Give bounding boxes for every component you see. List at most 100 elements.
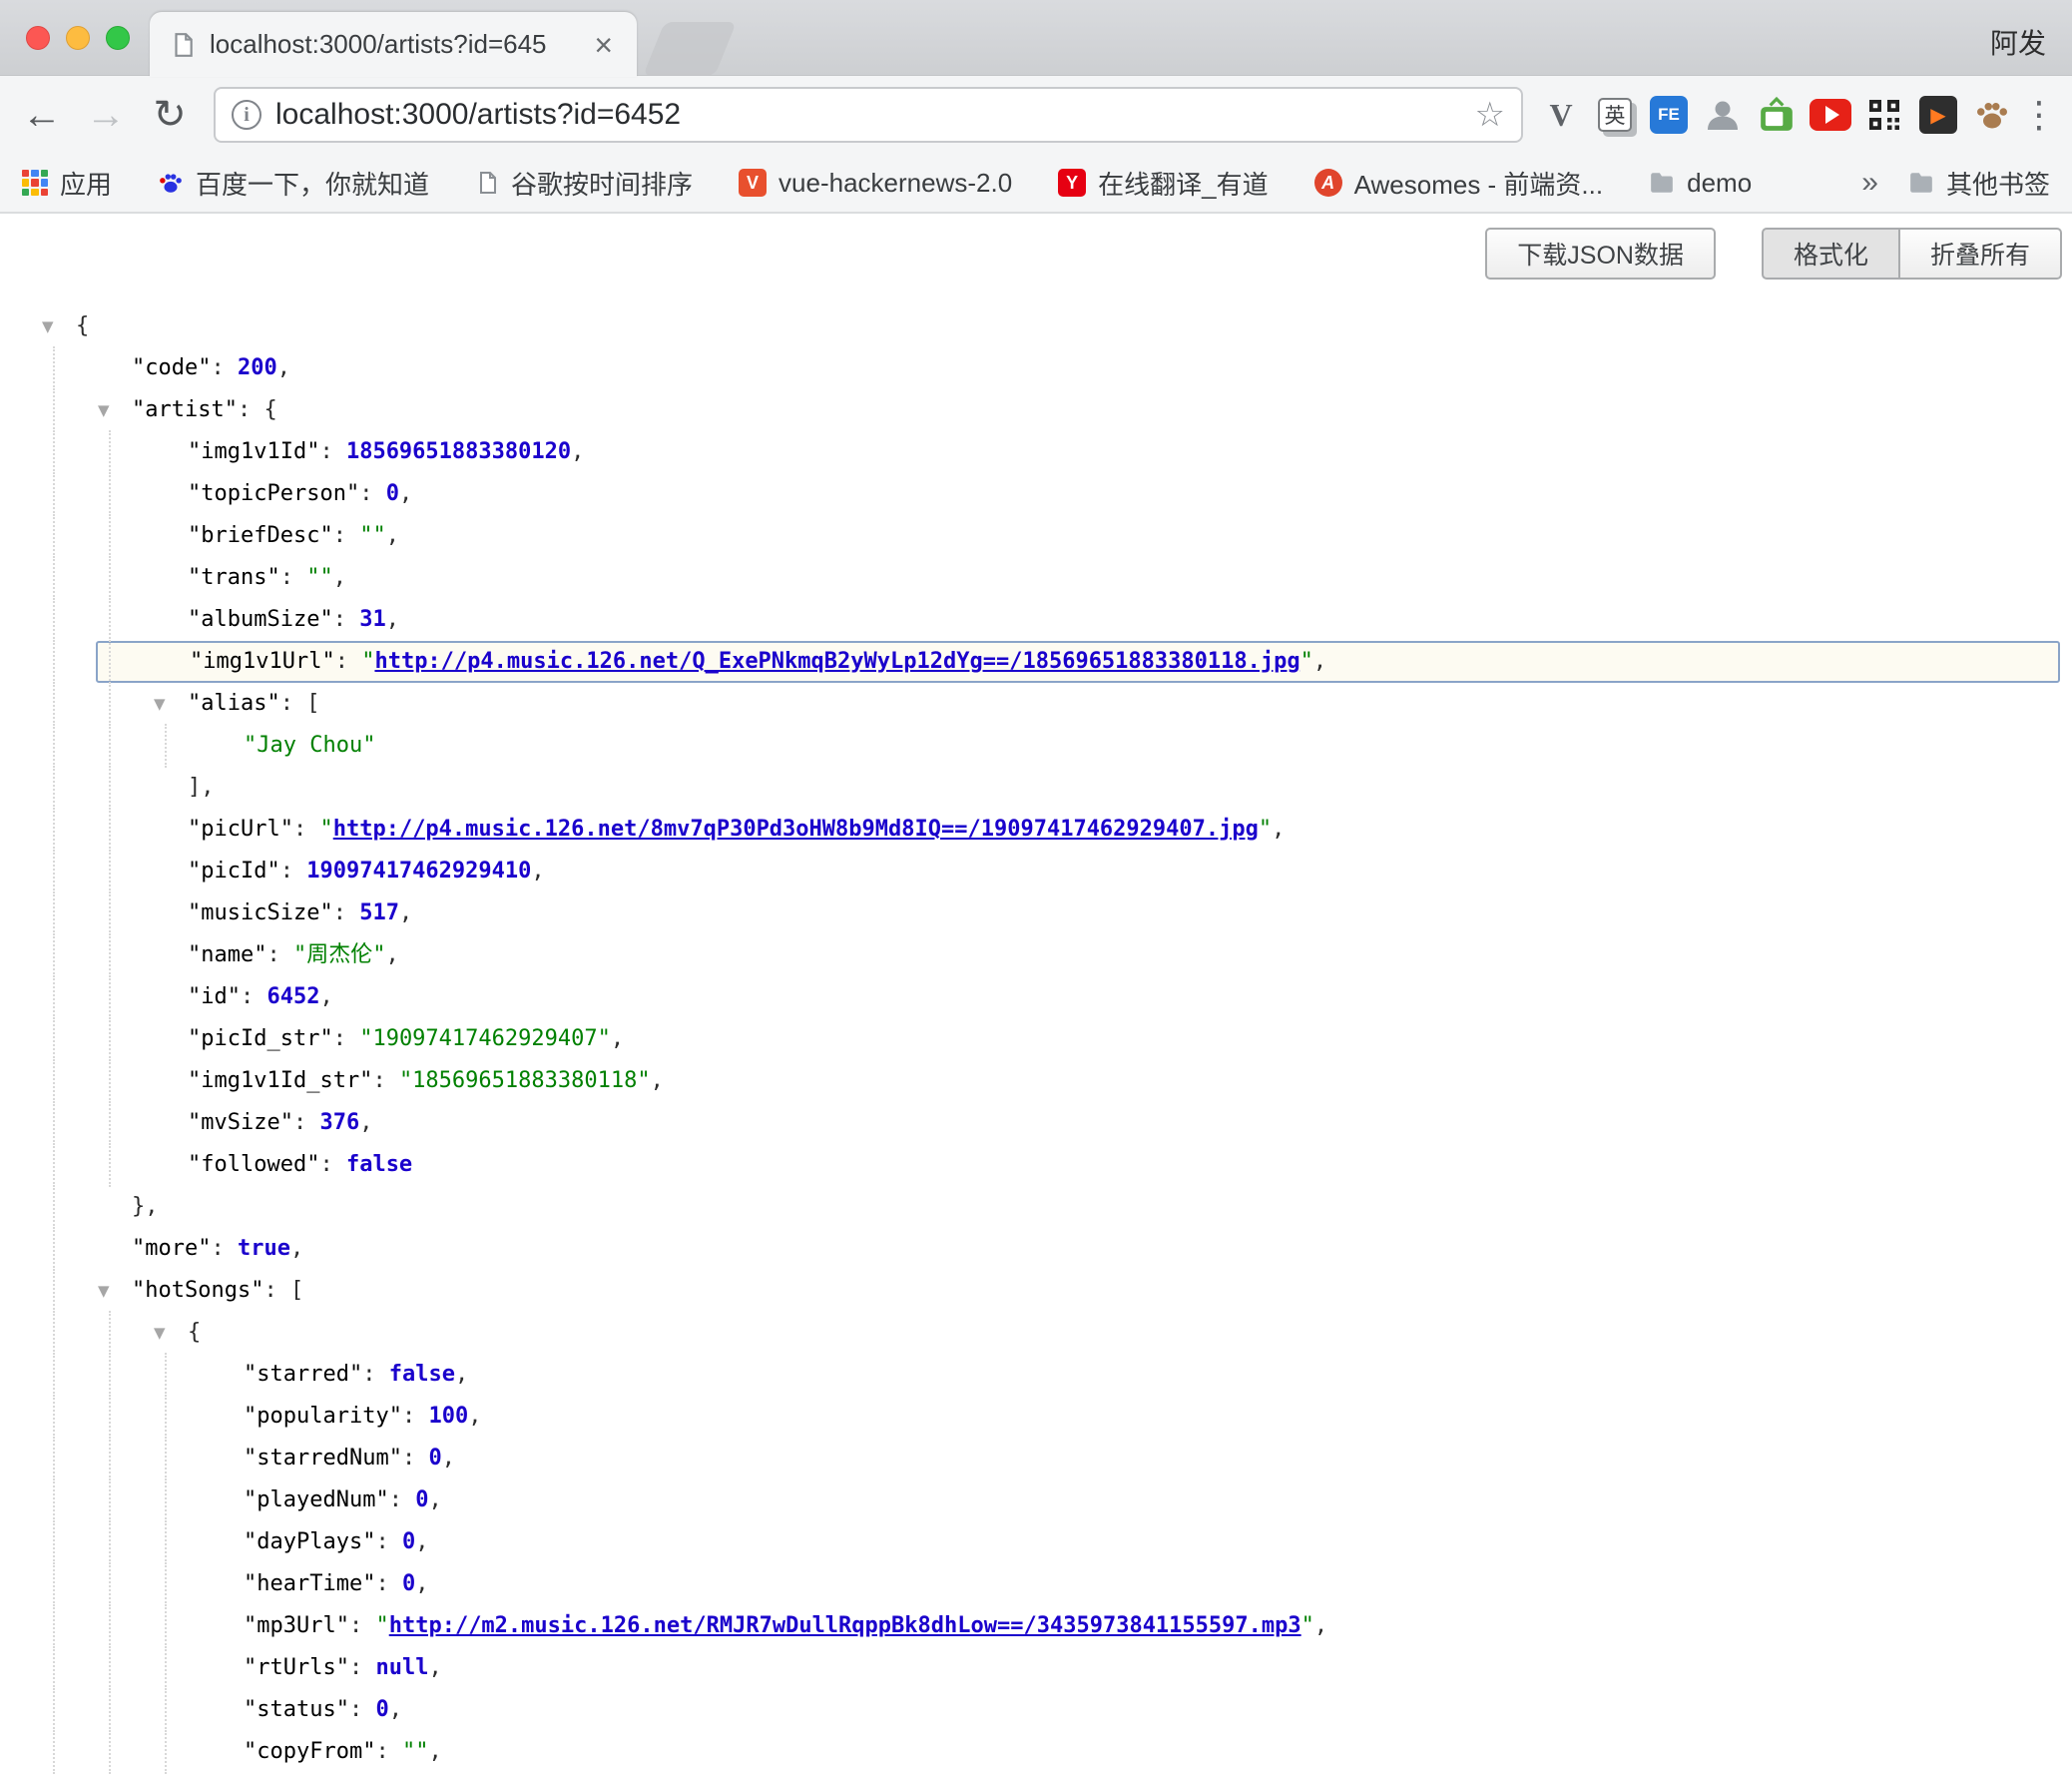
bookmark-star-icon[interactable]: ☆ xyxy=(1475,95,1505,135)
profile-name[interactable]: 阿发 xyxy=(1990,22,2046,62)
collapse-toggle-icon[interactable]: ▼ xyxy=(96,389,132,431)
reload-button-icon[interactable]: ↻ xyxy=(142,87,198,143)
indent-guide xyxy=(40,725,96,767)
indent-guide xyxy=(96,725,152,767)
json-token: , xyxy=(415,1529,428,1554)
json-token: }, xyxy=(132,1194,159,1219)
collapse-toggle-icon[interactable]: ▼ xyxy=(152,683,188,725)
json-token: , xyxy=(531,859,544,884)
collapse-all-button[interactable]: 折叠所有 xyxy=(1900,228,2062,280)
paw-icon[interactable] xyxy=(1970,93,2014,137)
indent-guide xyxy=(40,767,96,809)
indent-guide xyxy=(152,1438,208,1479)
tv-icon[interactable] xyxy=(1755,93,1799,137)
json-token: 517 xyxy=(359,900,399,925)
awesomes-icon: A xyxy=(1314,169,1342,197)
indent-guide xyxy=(40,1689,96,1731)
profile-icon[interactable] xyxy=(1701,93,1745,137)
browser-menu-icon[interactable]: ⋮ xyxy=(2024,93,2054,137)
translate-icon[interactable]: 英 xyxy=(1593,93,1637,137)
new-tab-button[interactable] xyxy=(643,22,737,76)
youdao-icon: Y xyxy=(1058,169,1086,197)
json-line: "rtUrls": null, xyxy=(40,1647,2062,1689)
address-input[interactable]: localhost:3000/artists?id=6452 xyxy=(275,98,1461,132)
indent-guide xyxy=(152,1521,208,1563)
collapse-toggle-icon[interactable]: ▼ xyxy=(96,1270,132,1312)
arrow-spacer xyxy=(152,851,188,892)
bookmark-demo[interactable]: demo xyxy=(1649,168,1752,199)
json-token: , xyxy=(571,439,584,464)
json-line-content: "id": 6452, xyxy=(188,976,2062,1018)
json-line: "status": 0, xyxy=(40,1689,2062,1731)
player-icon[interactable]: ▶ xyxy=(1916,93,1960,137)
arrow-spacer xyxy=(96,1228,132,1270)
navigation-bar: ← → ↻ i localhost:3000/artists?id=6452 ☆… xyxy=(0,76,2072,154)
json-token: : xyxy=(293,1110,320,1135)
bookmark-google-sort[interactable]: 谷歌按时间排序 xyxy=(475,165,693,202)
bookmarks-overflow-icon[interactable]: » xyxy=(1861,166,1878,200)
indent-guide xyxy=(40,557,96,599)
json-token: , xyxy=(428,1487,441,1512)
indent-guide xyxy=(96,599,152,641)
youtube-icon[interactable] xyxy=(1809,93,1852,137)
json-token: : xyxy=(280,691,307,716)
json-line-content: "albumSize": 31, xyxy=(188,599,2062,641)
indent-guide xyxy=(96,557,152,599)
json-line-content: "code": 200, xyxy=(132,347,2062,389)
other-bookmarks[interactable]: 其他书签 xyxy=(1908,165,2050,202)
bookmark-youdao[interactable]: Y 在线翻译_有道 xyxy=(1058,165,1268,202)
json-token: "" xyxy=(402,1739,429,1764)
back-button-icon[interactable]: ← xyxy=(14,87,70,143)
v-extension-icon[interactable]: V xyxy=(1539,93,1583,137)
json-token: " xyxy=(361,649,374,674)
json-token: " xyxy=(1300,649,1313,674)
download-json-button[interactable]: 下载JSON数据 xyxy=(1485,228,1716,280)
format-button[interactable]: 格式化 xyxy=(1762,228,1900,280)
arrow-spacer xyxy=(208,1647,244,1689)
indent-guide xyxy=(96,473,152,515)
bookmark-label: 谷歌按时间排序 xyxy=(511,165,693,202)
window-close-button[interactable] xyxy=(26,26,50,50)
indent-guide xyxy=(96,683,152,725)
json-line: "picId": 19097417462929410, xyxy=(40,851,2062,892)
indent-guide xyxy=(40,1521,96,1563)
collapse-toggle-icon[interactable]: ▼ xyxy=(40,305,76,347)
json-line-content: "followed": false xyxy=(188,1144,2062,1186)
json-line: "picUrl": "http://p4.music.126.net/8mv7q… xyxy=(40,809,2062,851)
indent-guide xyxy=(40,1312,96,1354)
json-url-link[interactable]: http://m2.music.126.net/RMJR7wDullRqppBk… xyxy=(389,1613,1301,1638)
json-token: , xyxy=(333,565,346,590)
json-token: "artist" xyxy=(132,397,238,422)
json-url-link[interactable]: http://p4.music.126.net/Q_ExePNkmqB2yWyL… xyxy=(374,649,1299,674)
json-token: "briefDesc" xyxy=(188,523,333,548)
address-bar[interactable]: i localhost:3000/artists?id=6452 ☆ xyxy=(214,87,1523,143)
arrow-spacer xyxy=(208,1563,244,1605)
json-token: 0 xyxy=(375,1697,388,1722)
json-token: : xyxy=(349,1697,376,1722)
indent-guide xyxy=(40,599,96,641)
bookmark-apps[interactable]: 应用 xyxy=(22,165,112,202)
json-token: 0 xyxy=(415,1487,428,1512)
indent-guide xyxy=(152,1354,208,1396)
tab-close-icon[interactable]: × xyxy=(590,29,617,61)
bookmark-awesomes[interactable]: A Awesomes - 前端资... xyxy=(1314,165,1603,202)
fehelper-icon[interactable]: FE xyxy=(1647,93,1691,137)
json-line: ▼{ xyxy=(40,1312,2062,1354)
collapse-toggle-icon[interactable]: ▼ xyxy=(152,1312,188,1354)
json-token: , xyxy=(428,1655,441,1680)
arrow-spacer xyxy=(152,1060,188,1102)
json-token: "rtUrls" xyxy=(244,1655,349,1680)
browser-tab[interactable]: localhost:3000/artists?id=645 × xyxy=(150,12,637,77)
json-token: { xyxy=(188,1320,201,1345)
bookmark-baidu[interactable]: 百度一下，你就知道 xyxy=(158,165,429,202)
arrow-spacer xyxy=(208,1354,244,1396)
indent-guide xyxy=(40,1102,96,1144)
bookmark-vue-hackernews[interactable]: V vue-hackernews-2.0 xyxy=(739,168,1012,199)
qrcode-icon[interactable] xyxy=(1862,93,1906,137)
site-info-icon[interactable]: i xyxy=(232,100,261,130)
page-content: 下载JSON数据 格式化 折叠所有 ▼{"code": 200,▼"artist… xyxy=(0,214,2072,1773)
json-url-link[interactable]: http://p4.music.126.net/8mv7qP30Pd3oHW8b… xyxy=(333,817,1259,842)
json-line: "popularity": 100, xyxy=(40,1396,2062,1438)
window-minimize-button[interactable] xyxy=(66,26,90,50)
window-zoom-button[interactable] xyxy=(106,26,130,50)
